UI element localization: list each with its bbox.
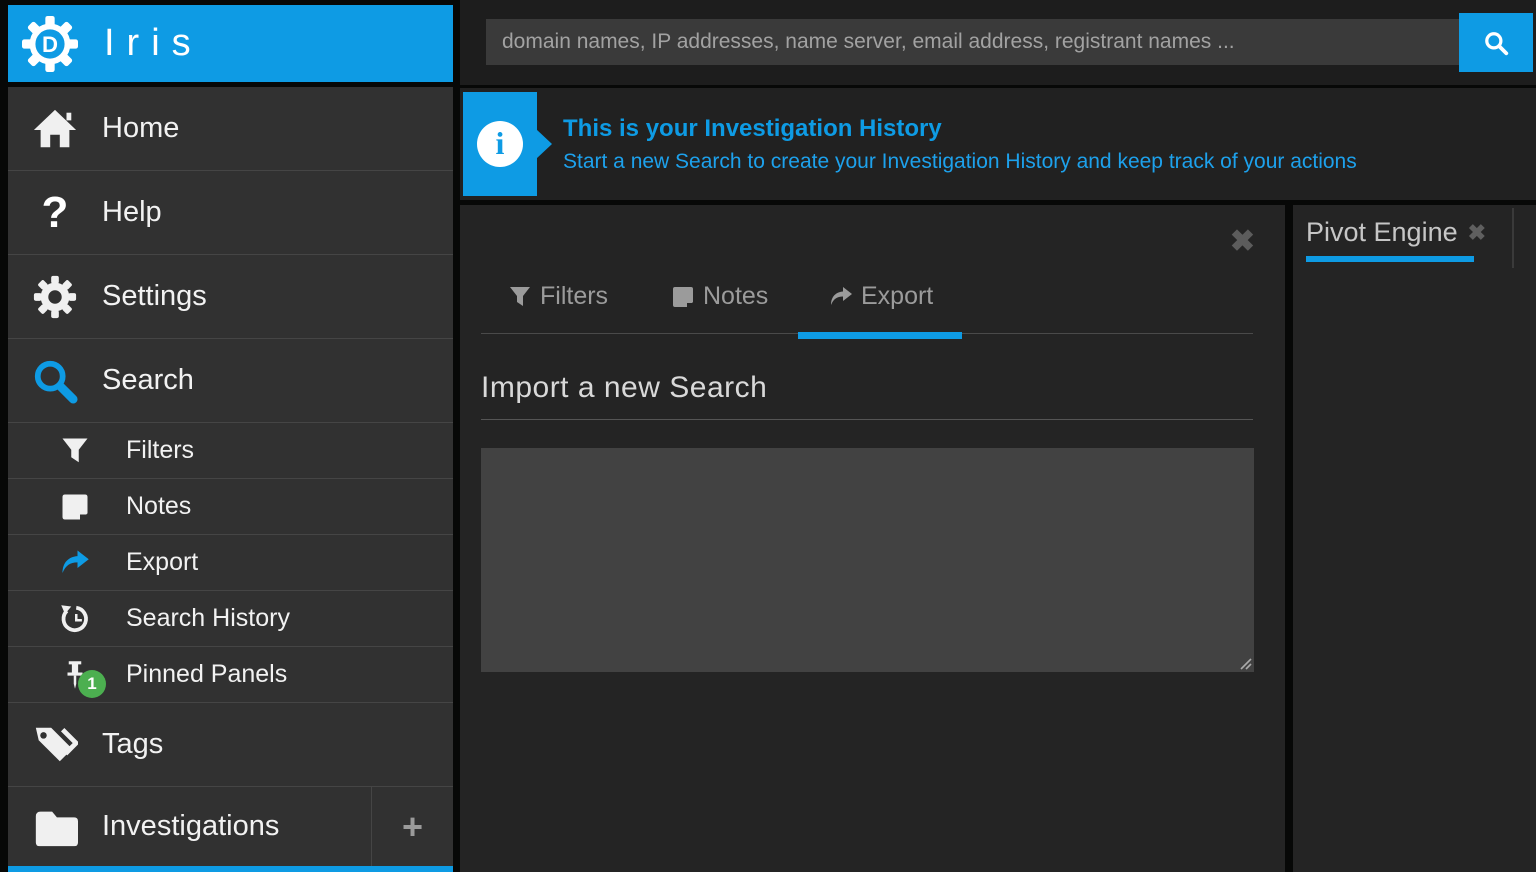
sidebar-item-notes[interactable]: Notes	[8, 479, 453, 535]
import-search-textarea[interactable]	[481, 448, 1254, 672]
tab-filters[interactable]: Filters	[508, 282, 608, 311]
help-icon: ?	[32, 190, 78, 236]
sidebar-item-home[interactable]: Home	[8, 87, 453, 171]
panel-tab-bar: Filters Notes Export	[481, 205, 1253, 334]
sidebar-item-label: Search History	[126, 604, 290, 633]
banner-subtitle: Start a new Search to create your Invest…	[563, 150, 1357, 174]
note-icon	[60, 492, 90, 522]
sidebar-item-label: Export	[126, 548, 198, 577]
info-banner: i This is your Investigation History Sta…	[460, 88, 1536, 200]
filter-funnel-icon	[508, 285, 532, 309]
divider	[1512, 208, 1514, 268]
sidebar: Home ? Help	[8, 87, 453, 872]
home-icon	[32, 106, 78, 152]
sidebar-item-pinned-panels[interactable]: 1 Pinned Panels	[8, 647, 453, 703]
sidebar-item-label: Search	[102, 364, 194, 397]
app-title: Iris	[104, 22, 203, 65]
sidebar-item-help[interactable]: ? Help	[8, 171, 453, 255]
sidebar-item-settings[interactable]: Settings	[8, 255, 453, 339]
export-arrow-icon	[60, 548, 90, 578]
sidebar-item-label: Settings	[102, 280, 207, 313]
import-search-heading: Import a new Search	[481, 371, 767, 405]
banner-title: This is your Investigation History	[563, 115, 942, 143]
sidebar-item-label: Tags	[102, 728, 163, 761]
tab-label: Notes	[703, 282, 768, 311]
svg-text:D: D	[42, 32, 58, 57]
investigation-history-panel: ✖ Filters Notes Export Import a	[460, 205, 1285, 872]
tab-notes[interactable]: Notes	[671, 282, 768, 311]
sidebar-item-export[interactable]: Export	[8, 535, 453, 591]
sidebar-item-label: Home	[102, 112, 179, 145]
filter-funnel-icon	[60, 436, 90, 466]
top-search-bar	[460, 0, 1536, 85]
pinned-panels-count-badge: 1	[78, 670, 106, 698]
tab-pivot-engine[interactable]: Pivot Engine ✖	[1306, 217, 1486, 248]
export-arrow-icon	[829, 285, 853, 309]
tab-label: Filters	[540, 282, 608, 311]
sidebar-item-label: Help	[102, 196, 162, 229]
tab-export[interactable]: Export	[829, 282, 933, 311]
tab-label: Pivot Engine	[1306, 217, 1458, 248]
sidebar-item-label: Investigations	[102, 810, 279, 843]
global-search-input[interactable]	[486, 19, 1459, 65]
sidebar-item-search[interactable]: Search	[8, 339, 453, 423]
sidebar-item-label: Notes	[126, 492, 191, 521]
iris-app-window: D Iris Home ? Help	[0, 0, 1536, 872]
tags-icon	[32, 722, 78, 768]
divider	[481, 419, 1253, 420]
close-pivot-tab-icon[interactable]: ✖	[1468, 220, 1486, 246]
sidebar-item-tags[interactable]: Tags	[8, 703, 453, 787]
note-icon	[671, 285, 695, 309]
sidebar-item-label: Pinned Panels	[126, 660, 287, 689]
app-header: D Iris	[8, 5, 453, 82]
sidebar-item-investigations[interactable]: Investigations +	[8, 787, 453, 866]
settings-gear-icon	[32, 274, 78, 320]
sidebar-item-label: Filters	[126, 436, 194, 465]
pushpin-icon: 1	[60, 660, 90, 690]
pivot-engine-panel: Pivot Engine ✖	[1293, 205, 1536, 872]
search-button[interactable]	[1459, 13, 1533, 72]
search-icon	[32, 358, 78, 404]
info-banner-pointer: i	[463, 92, 537, 196]
history-icon	[60, 604, 90, 634]
search-icon	[1483, 30, 1509, 56]
active-tab-underline	[1306, 256, 1474, 262]
tab-label: Export	[861, 282, 933, 311]
info-icon: i	[477, 121, 523, 167]
folder-icon	[32, 804, 78, 850]
sidebar-item-search-history[interactable]: Search History	[8, 591, 453, 647]
sidebar-item-filters[interactable]: Filters	[8, 423, 453, 479]
add-investigation-button[interactable]: +	[371, 787, 453, 866]
gear-d-logo-icon: D	[22, 16, 78, 72]
